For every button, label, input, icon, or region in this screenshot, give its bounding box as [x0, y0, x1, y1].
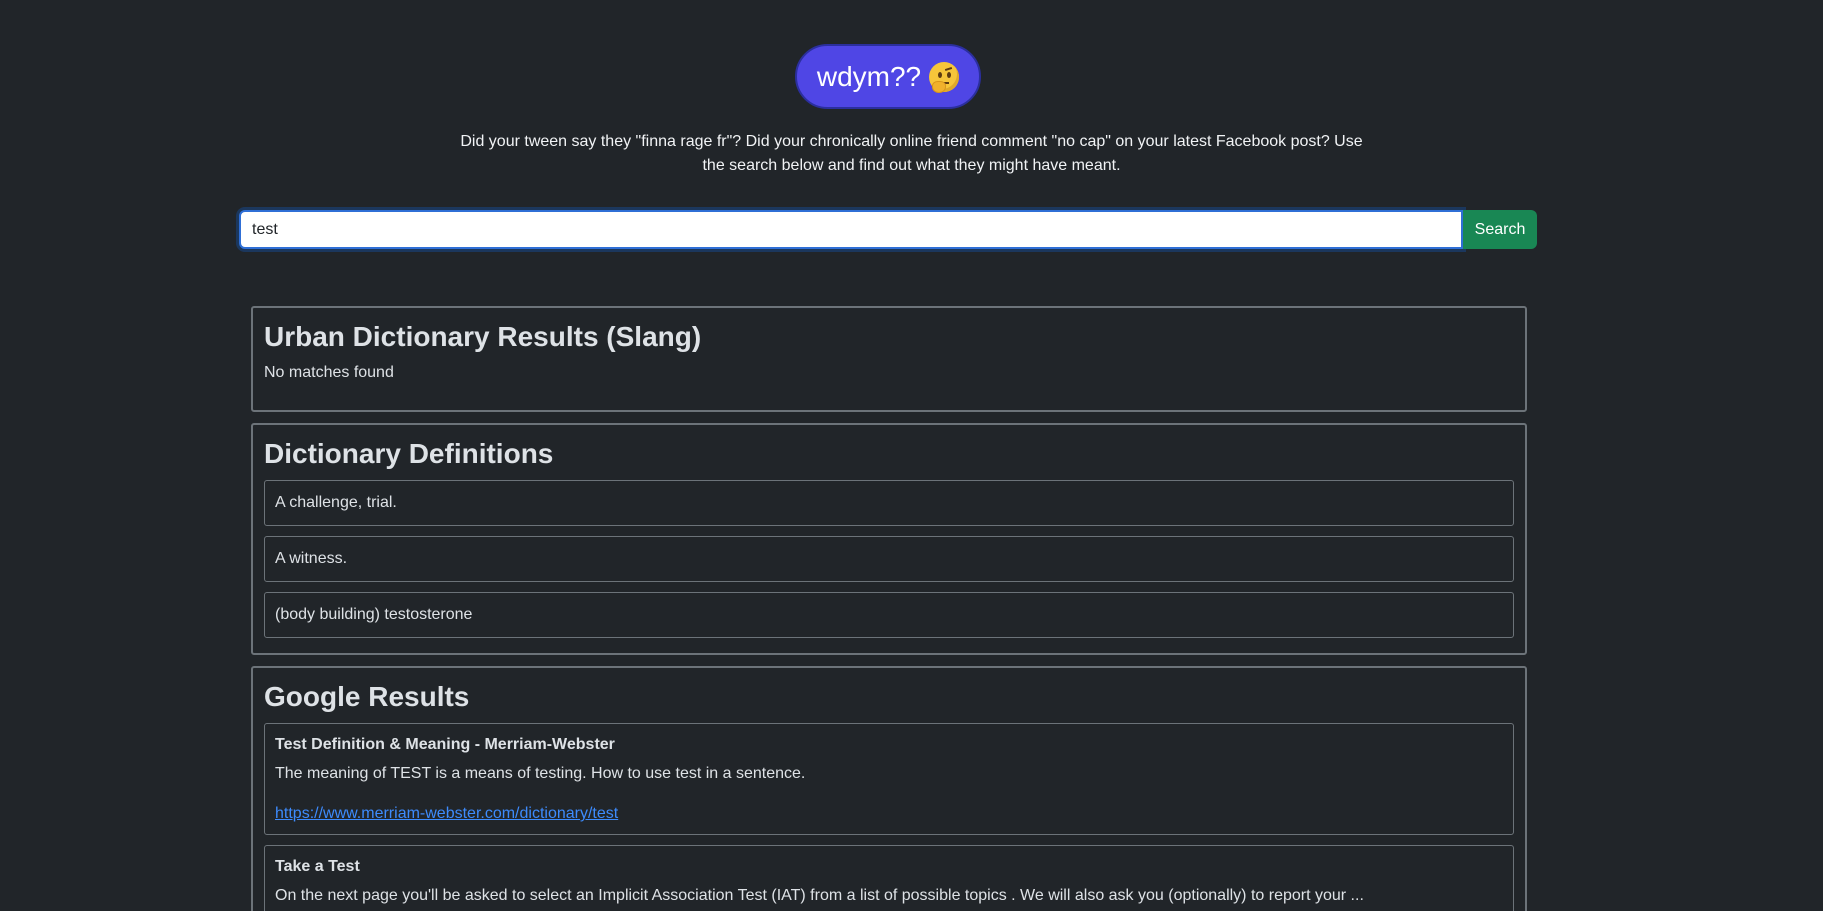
- google-result-card: Take a Test On the next page you'll be a…: [264, 845, 1514, 911]
- app-logo-text: wdym??: [816, 60, 922, 92]
- page: wdym?? Did your tween say they "finna ra…: [0, 0, 1823, 911]
- dictionary-definitions-heading: Dictionary Definitions: [264, 438, 554, 469]
- definition-text: A challenge, trial.: [275, 494, 397, 511]
- tagline: Did your tween say they "finna rage fr"?…: [460, 133, 1363, 174]
- definition-text: (body building) testosterone: [275, 606, 473, 623]
- definition-card: (body building) testosterone: [264, 592, 1514, 638]
- urban-dictionary-heading: Urban Dictionary Results (Slang): [264, 321, 702, 352]
- google-result-snippet: On the next page you'll be asked to sele…: [275, 887, 1364, 904]
- google-result-card: Test Definition & Meaning - Merriam-Webs…: [264, 723, 1514, 835]
- definition-text: A witness.: [275, 550, 348, 567]
- thinking-face-icon: [929, 61, 960, 93]
- urban-dictionary-section: Urban Dictionary Results (Slang) No matc…: [251, 306, 1527, 412]
- google-result-title: Test Definition & Meaning - Merriam-Webs…: [275, 736, 615, 753]
- google-results-heading: Google Results: [264, 681, 470, 712]
- app-logo[interactable]: wdym??: [795, 44, 981, 109]
- search-button[interactable]: Search: [1463, 210, 1537, 249]
- google-result-title: Take a Test: [275, 858, 360, 875]
- no-matches-text: No matches found: [264, 364, 394, 381]
- google-results-section: Google Results Test Definition & Meaning…: [251, 666, 1527, 911]
- google-result-snippet: The meaning of TEST is a means of testin…: [275, 765, 806, 782]
- search-input[interactable]: [239, 210, 1463, 249]
- definition-card: A challenge, trial.: [264, 480, 1514, 526]
- dictionary-definitions-section: Dictionary Definitions A challenge, tria…: [251, 423, 1527, 655]
- google-result-link[interactable]: https://www.merriam-webster.com/dictiona…: [275, 804, 618, 824]
- definition-card: A witness.: [264, 536, 1514, 582]
- search-bar: Search: [239, 210, 1537, 249]
